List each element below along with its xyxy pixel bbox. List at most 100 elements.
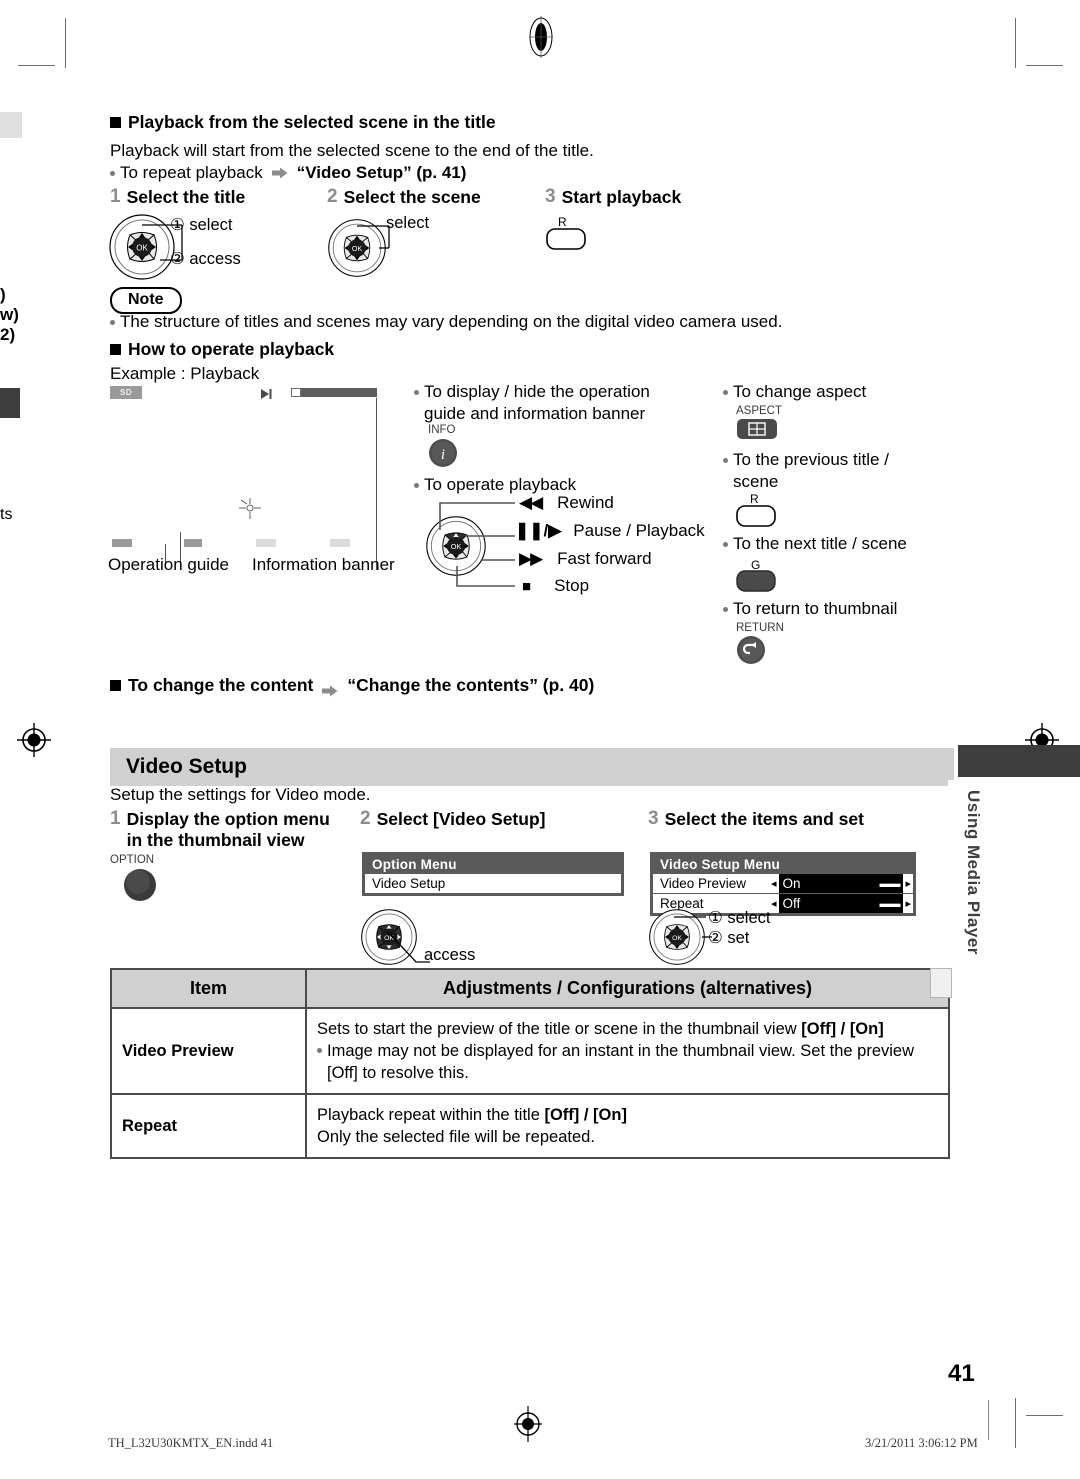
info-icon[interactable]: i — [428, 438, 458, 473]
bullet-reference: “Video Setup” (p. 41) — [296, 163, 467, 182]
next-title-text: To the next title / scene — [733, 534, 907, 553]
footer-filename: TH_L32U30KMTX_EN.indd 41 — [108, 1436, 274, 1450]
cursor-icon — [239, 498, 261, 519]
step-label: Select the items and set — [664, 809, 864, 829]
facing-page-bleed-line-2: 2) — [0, 325, 16, 344]
playback-fn-rewind: ◀◀ Rewind — [519, 493, 614, 513]
red-button-icon[interactable] — [736, 505, 776, 532]
red-button-icon[interactable] — [546, 228, 586, 250]
bullet-dot-icon — [110, 171, 115, 176]
bullet-text: To repeat playback — [120, 163, 263, 182]
footer-divider-line — [988, 1400, 989, 1440]
crop-mark-bottom-right-v — [1015, 1398, 1016, 1448]
row-value[interactable]: On ▬▬ — [778, 874, 904, 893]
banner-chip-2 — [330, 539, 350, 547]
row-value-text: On — [782, 876, 801, 891]
stop-icon: ■ — [522, 577, 532, 595]
section-heading-text: How to operate playback — [128, 339, 335, 359]
section-heading-text: To change the content — [128, 675, 314, 695]
table-header-adjustments: Adjustments / Configurations (alternativ… — [305, 968, 950, 1009]
step-number: 2 — [360, 808, 371, 829]
table-cell-item: Repeat — [110, 1093, 307, 1159]
progress-bar-track — [291, 388, 301, 397]
option-menu-osd: Option Menu Video Setup — [362, 852, 624, 896]
rewind-label: Rewind — [557, 493, 614, 512]
bullet-dot-icon — [317, 1048, 322, 1053]
crop-mark-top-right-h — [1026, 65, 1063, 66]
video-setup-menu-row-preview[interactable]: Video Preview ◂ On ▬▬ ▸ — [653, 874, 913, 894]
note-text: The structure of titles and scenes may v… — [120, 312, 783, 331]
guide-chip-1 — [112, 539, 132, 547]
step2-caption-select: select — [386, 214, 430, 232]
section-heading-how-to-operate: How to operate playback — [110, 339, 334, 360]
option-menu-title: Option Menu — [365, 855, 621, 874]
option-button-name: OPTION — [110, 854, 155, 866]
row-value[interactable]: Off ▬▬ — [778, 894, 904, 913]
description-options: [Off] / [On] — [801, 1020, 884, 1038]
next-title-bullet: To the next title / scene — [723, 533, 943, 555]
note-bullet: The structure of titles and scenes may v… — [110, 311, 930, 333]
left-arrow-icon[interactable]: ◂ — [769, 877, 779, 890]
crop-mark-bottom-right-h — [1026, 1415, 1063, 1416]
section-heading-playback-scene: Playback from the selected scene in the … — [110, 112, 496, 133]
side-tab-grey-block-lower — [930, 968, 952, 998]
vs-step-1: 1 Display the option menu in the thumbna… — [110, 809, 350, 851]
side-tab-grey-block — [930, 748, 954, 780]
section3-reference: “Change the contents” (p. 40) — [347, 675, 595, 695]
aspect-icon[interactable] — [736, 418, 778, 445]
step-label: Start playback — [561, 187, 682, 207]
video-setup-bar: Video Setup — [110, 748, 948, 786]
right-arrow-icon[interactable]: ▸ — [903, 897, 913, 910]
red-button-label: R — [558, 215, 567, 229]
return-thumbnail-text: To return to thumbnail — [733, 599, 898, 618]
step-2-select-scene: 2 Select the scene — [327, 187, 481, 208]
description-extra: Only the selected file will be repeated. — [317, 1128, 595, 1146]
step-label: Select the scene — [343, 187, 481, 207]
green-button-icon[interactable] — [736, 570, 776, 597]
table-cell-description: Sets to start the preview of the title o… — [305, 1007, 950, 1095]
play-indicator-icon — [261, 389, 272, 399]
video-setup-table: Item Adjustments / Configurations (alter… — [110, 968, 950, 1159]
step-3-start-playback: 3 Start playback — [545, 187, 681, 208]
table-cell-item: Video Preview — [110, 1007, 307, 1095]
facing-page-bleed-lower: ts — [0, 506, 13, 523]
square-bullet-icon — [110, 680, 121, 691]
registration-mark-top — [525, 14, 557, 60]
info-bullet-text: To display / hide the operation guide an… — [424, 382, 650, 423]
slider-icon: ▬▬ — [879, 897, 900, 910]
aspect-text: To change aspect — [733, 382, 867, 401]
table-row: Repeat Playback repeat within the title … — [110, 1093, 950, 1159]
arrow-right-icon — [271, 163, 288, 179]
previous-title-bullet: To the previous title / scene — [723, 449, 933, 493]
operation-guide-label: Operation guide — [108, 555, 229, 574]
bullet-dot-icon — [110, 320, 115, 325]
step-number: 3 — [545, 186, 556, 207]
previous-button-name: R — [750, 492, 759, 506]
callout-line-information-banner — [376, 398, 377, 570]
sd-badge: SD — [110, 386, 143, 399]
fast-forward-label: Fast forward — [557, 549, 652, 568]
square-bullet-icon — [110, 117, 121, 128]
playback-fn-stop: ■ Stop — [522, 576, 589, 596]
square-bullet-icon — [110, 344, 121, 355]
table-header-item: Item — [110, 968, 307, 1009]
registration-mark-bottom — [512, 1404, 544, 1444]
row-value-text: Off — [782, 896, 801, 911]
playback-fn-pause-play: ❚❚/▶ Pause / Playback — [515, 521, 705, 541]
option-menu-item-label: Video Setup — [372, 876, 446, 891]
info-bullet-display-hide: To display / hide the operation guide an… — [414, 381, 689, 425]
banner-chip-1 — [256, 539, 276, 547]
facing-page-block-mid — [0, 388, 20, 418]
footer-timestamp: 3/21/2011 3:06:12 PM — [865, 1436, 978, 1450]
vs-step-3: 3 Select the items and set — [648, 809, 864, 830]
return-icon[interactable] — [736, 635, 766, 670]
option-menu-row[interactable]: Video Setup — [365, 874, 621, 893]
option-button-icon[interactable] — [123, 868, 157, 907]
description-main: Sets to start the preview of the title o… — [317, 1018, 938, 1040]
vs-step-2: 2 Select [Video Setup] — [360, 809, 545, 830]
side-tab-label: Using Media Player — [964, 790, 983, 955]
right-arrow-icon[interactable]: ▸ — [903, 877, 913, 890]
table-header-row: Item Adjustments / Configurations (alter… — [110, 968, 950, 1009]
step-number: 1 — [110, 186, 121, 207]
step-1-select-title: 1 Select the title — [110, 187, 245, 208]
